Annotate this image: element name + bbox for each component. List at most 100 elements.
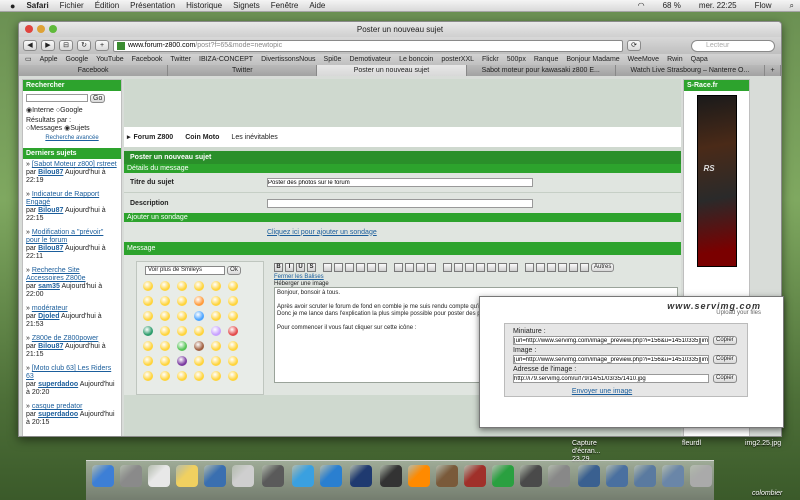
smileys-ok-button[interactable]: Ok xyxy=(227,266,241,275)
smiley-icon[interactable] xyxy=(211,341,221,351)
tab-watch-live[interactable]: Watch Live Strasbourg – Nanterre O... xyxy=(615,65,766,76)
editor-format-button[interactable] xyxy=(345,262,354,272)
smiley-icon[interactable] xyxy=(228,296,238,306)
breadcrumb-home[interactable]: Forum Z800 xyxy=(134,134,174,141)
smiley-icon[interactable] xyxy=(177,326,187,336)
address-book-icon[interactable] xyxy=(232,465,254,487)
bookmark-item[interactable]: IBIZA-CONCEPT xyxy=(199,54,253,65)
editor-format-button[interactable] xyxy=(558,262,567,272)
smiley-icon[interactable] xyxy=(143,371,153,381)
bookmark-item[interactable]: Rwin xyxy=(667,54,683,65)
finder-icon[interactable] xyxy=(92,465,114,487)
apple-menu-icon[interactable]: ● xyxy=(10,1,15,11)
editor-format-button[interactable] xyxy=(580,262,589,272)
smiley-icon[interactable] xyxy=(160,356,170,366)
breadcrumb-sub[interactable]: Les inévitables xyxy=(231,134,277,141)
bookmark-item[interactable]: Bonjour Madame xyxy=(566,54,619,65)
smiley-icon[interactable] xyxy=(194,341,204,351)
smiley-icon[interactable] xyxy=(160,296,170,306)
smileys-select[interactable]: Voir plus de Smileys xyxy=(145,266,225,275)
smiley-icon[interactable] xyxy=(228,341,238,351)
preview-icon[interactable] xyxy=(204,465,226,487)
topic-link[interactable]: casque predator xyxy=(32,403,83,410)
smiley-icon[interactable] xyxy=(160,326,170,336)
bookmark-item[interactable]: YouTube xyxy=(96,54,124,65)
topic-user-link[interactable]: Bilou87 xyxy=(38,343,63,350)
editor-format-button[interactable] xyxy=(323,262,332,272)
editor-format-button[interactable] xyxy=(427,262,436,272)
smiley-icon[interactable] xyxy=(143,311,153,321)
smiley-icon[interactable] xyxy=(228,326,238,336)
iphoto-icon[interactable] xyxy=(436,465,458,487)
image-code-input[interactable] xyxy=(513,355,709,364)
folder-icon[interactable] xyxy=(662,465,684,487)
bookmark-item[interactable]: Facebook xyxy=(132,54,163,65)
editor-format-button[interactable] xyxy=(547,262,556,272)
smiley-icon[interactable] xyxy=(143,296,153,306)
editor-format-button[interactable] xyxy=(405,262,414,272)
topic-user-link[interactable]: superdadoo xyxy=(38,381,78,388)
utility-icon[interactable] xyxy=(520,465,542,487)
final-cut-icon[interactable] xyxy=(380,465,402,487)
smiley-icon[interactable] xyxy=(194,326,204,336)
editor-format-button[interactable] xyxy=(394,262,403,272)
editor-format-button[interactable] xyxy=(509,262,518,272)
editor-format-button[interactable] xyxy=(569,262,578,272)
smiley-icon[interactable] xyxy=(177,311,187,321)
folder-icon[interactable] xyxy=(634,465,656,487)
editor-format-button[interactable] xyxy=(487,262,496,272)
desktop-img-label[interactable]: img2.25.jpg xyxy=(745,440,781,447)
editor-format-button[interactable] xyxy=(356,262,365,272)
menu-fenetre[interactable]: Fenêtre xyxy=(271,1,299,10)
minimize-window-icon[interactable] xyxy=(37,25,45,33)
folder-icon[interactable] xyxy=(606,465,628,487)
desktop-fleurdl-label[interactable]: fleurdl xyxy=(682,440,701,447)
bookmarks-icon[interactable]: ▭ xyxy=(25,54,32,65)
smiley-icon[interactable] xyxy=(160,281,170,291)
smiley-icon[interactable] xyxy=(177,371,187,381)
partner-banner[interactable]: RS xyxy=(696,95,737,267)
clock[interactable]: mer. 22:25 xyxy=(699,1,737,10)
advanced-search-link[interactable]: Recherche avancée xyxy=(23,132,121,144)
editor-format-button[interactable]: U xyxy=(296,262,305,272)
close-window-icon[interactable] xyxy=(25,25,33,33)
editor-format-button[interactable] xyxy=(525,262,534,272)
bookmark-item[interactable]: Google xyxy=(66,54,89,65)
rss-button[interactable]: ⟳ xyxy=(627,40,641,51)
smiley-icon[interactable] xyxy=(143,341,153,351)
tab-facebook[interactable]: Facebook xyxy=(19,65,169,76)
smiley-icon[interactable] xyxy=(143,281,153,291)
bookmark-item[interactable]: WeeMove xyxy=(628,54,659,65)
topic-link[interactable]: modérateur xyxy=(32,305,68,312)
miniature-code-input[interactable] xyxy=(513,336,709,345)
tab-poster-sujet[interactable]: Poster un nouveau sujet xyxy=(317,65,467,76)
menu-presentation[interactable]: Présentation xyxy=(130,1,175,10)
smiley-icon[interactable] xyxy=(194,311,204,321)
smiley-icon[interactable] xyxy=(177,356,187,366)
topic-link[interactable]: Z800e de Z800power xyxy=(32,335,99,342)
photoshop-icon[interactable] xyxy=(350,465,372,487)
menu-signets[interactable]: Signets xyxy=(233,1,260,10)
menu-app-safari[interactable]: Safari xyxy=(26,1,48,10)
editor-format-button[interactable] xyxy=(443,262,452,272)
go-button[interactable]: Go xyxy=(90,94,106,103)
tab-twitter[interactable]: Twitter xyxy=(168,65,318,76)
editor-format-button[interactable] xyxy=(367,262,376,272)
back-button[interactable]: ◀ xyxy=(23,40,37,51)
editor-format-button[interactable] xyxy=(416,262,425,272)
menu-edition[interactable]: Édition xyxy=(95,1,119,10)
wifi-icon[interactable]: ◠ xyxy=(638,1,645,10)
topic-link[interactable]: [Moto club 63] Les Riders 63 xyxy=(26,365,111,380)
bookmark-item[interactable]: Le boncoin xyxy=(399,54,433,65)
bookmark-item[interactable]: Qapa xyxy=(691,54,708,65)
close-tags-link[interactable]: Fermer les Balises xyxy=(274,274,678,280)
topic-user-link[interactable]: sam35 xyxy=(38,283,60,290)
battery-label[interactable]: 68 % xyxy=(663,1,681,10)
folder-icon[interactable] xyxy=(578,465,600,487)
notes-icon[interactable] xyxy=(176,465,198,487)
sidebar-search-input[interactable] xyxy=(26,94,88,102)
launchpad-icon[interactable] xyxy=(120,465,142,487)
smiley-icon[interactable] xyxy=(194,281,204,291)
new-tab-button[interactable]: + xyxy=(765,65,781,76)
smiley-icon[interactable] xyxy=(143,356,153,366)
